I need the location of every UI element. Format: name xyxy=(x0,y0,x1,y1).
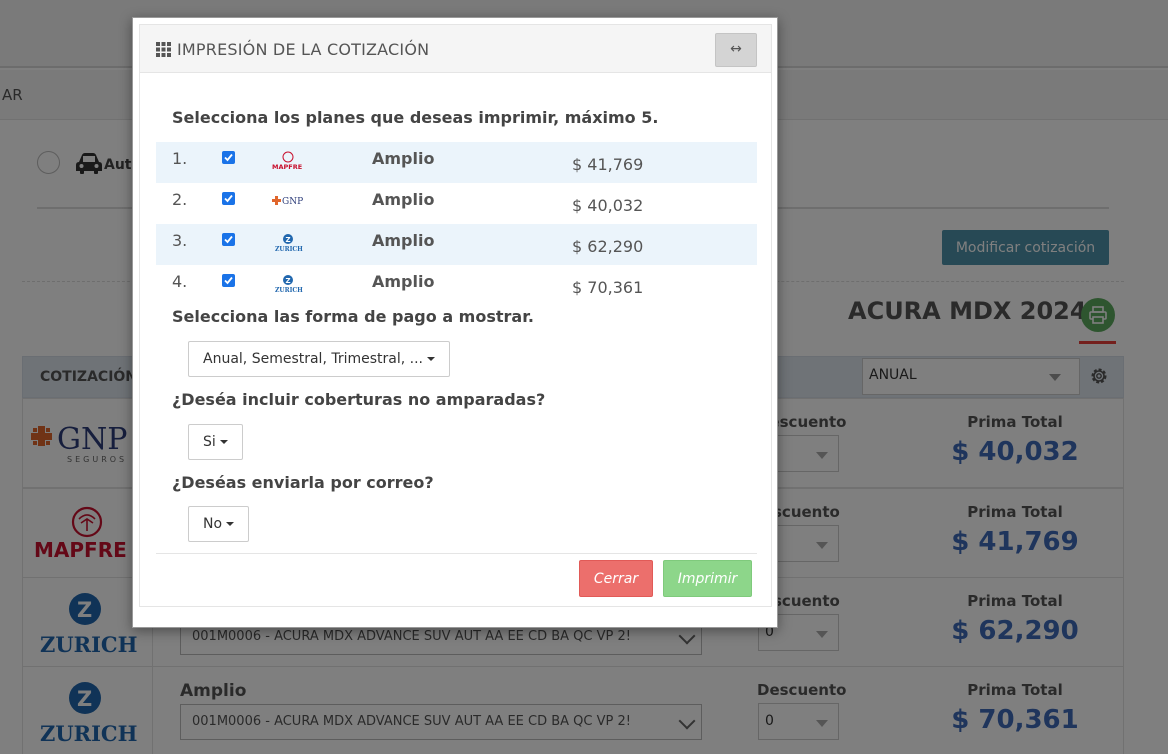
plan-price: $ 70,361 xyxy=(572,278,644,297)
modal-header: IMPRESIÓN DE LA COTIZACIÓN ↔ xyxy=(140,25,771,73)
plan-checkbox[interactable] xyxy=(222,151,235,164)
coverage-prompt: ¿Deséa incluir coberturas no amparadas? xyxy=(172,390,546,409)
print-quote-modal: IMPRESIÓN DE LA COTIZACIÓN ↔ Selecciona … xyxy=(132,17,778,628)
plan-row: 2. GNP Amplio $ 40,032 xyxy=(156,183,757,224)
expand-icon: ↔ xyxy=(730,41,742,57)
zurich-logo: Z ZURICH xyxy=(275,275,303,294)
coverage-value: Si xyxy=(203,434,216,450)
svg-text:GNP: GNP xyxy=(282,197,303,207)
caret-down-icon xyxy=(219,440,228,444)
plan-price: $ 62,290 xyxy=(572,237,644,256)
plan-name: Amplio xyxy=(372,190,435,209)
svg-text:MAPFRE: MAPFRE xyxy=(272,163,302,171)
plan-number: 1. xyxy=(172,149,188,168)
plan-number: 4. xyxy=(172,272,188,291)
email-value: No xyxy=(203,516,223,532)
modal-panel: IMPRESIÓN DE LA COTIZACIÓN ↔ Selecciona … xyxy=(139,24,772,607)
close-button[interactable]: Cerrar xyxy=(579,560,653,597)
check-icon xyxy=(224,153,233,162)
check-icon xyxy=(224,235,233,244)
zurich-logo: Z ZURICH xyxy=(275,234,303,253)
check-icon xyxy=(224,194,233,203)
caret-down-icon xyxy=(427,357,436,361)
payment-prompt: Selecciona las forma de pago a mostrar. xyxy=(172,307,534,326)
plan-number: 2. xyxy=(172,190,188,209)
svg-text:Z: Z xyxy=(286,277,291,285)
modal-footer-divider xyxy=(156,553,757,554)
expand-button[interactable]: ↔ xyxy=(715,33,757,67)
check-icon xyxy=(224,276,233,285)
email-dropdown[interactable]: No xyxy=(188,506,250,542)
plan-price: $ 41,769 xyxy=(572,155,644,174)
plan-price: $ 40,032 xyxy=(572,196,644,215)
svg-text:ZURICH: ZURICH xyxy=(275,287,303,294)
grid-icon xyxy=(156,42,171,57)
plan-checkbox[interactable] xyxy=(222,274,235,287)
plan-row: 3. Z ZURICH Amplio $ 62,290 xyxy=(156,224,757,265)
plan-name: Amplio xyxy=(372,149,435,168)
plan-row: 1. MAPFRE Amplio $ 41,769 xyxy=(156,142,757,183)
plan-number: 3. xyxy=(172,231,188,250)
payment-method-value: Anual, Semestral, Trimestral, ... xyxy=(203,351,424,367)
print-submit-button[interactable]: Imprimir xyxy=(663,560,752,597)
modal-title: IMPRESIÓN DE LA COTIZACIÓN xyxy=(177,40,430,59)
plan-row: 4. Z ZURICH Amplio $ 70,361 xyxy=(156,265,757,306)
plan-name: Amplio xyxy=(372,231,435,250)
svg-text:Z: Z xyxy=(286,236,291,244)
payment-method-dropdown[interactable]: Anual, Semestral, Trimestral, ... xyxy=(188,341,451,377)
plan-name: Amplio xyxy=(372,272,435,291)
svg-text:ZURICH: ZURICH xyxy=(275,246,303,253)
mapfre-logo: MAPFRE xyxy=(272,151,302,171)
caret-down-icon xyxy=(226,522,235,526)
plans-prompt: Selecciona los planes que deseas imprimi… xyxy=(172,108,659,127)
coverage-dropdown[interactable]: Si xyxy=(188,424,243,460)
email-prompt: ¿Deséas enviarla por correo? xyxy=(172,473,434,492)
plan-checkbox[interactable] xyxy=(222,233,235,246)
gnp-logo: GNP xyxy=(272,196,303,207)
plan-checkbox[interactable] xyxy=(222,192,235,205)
